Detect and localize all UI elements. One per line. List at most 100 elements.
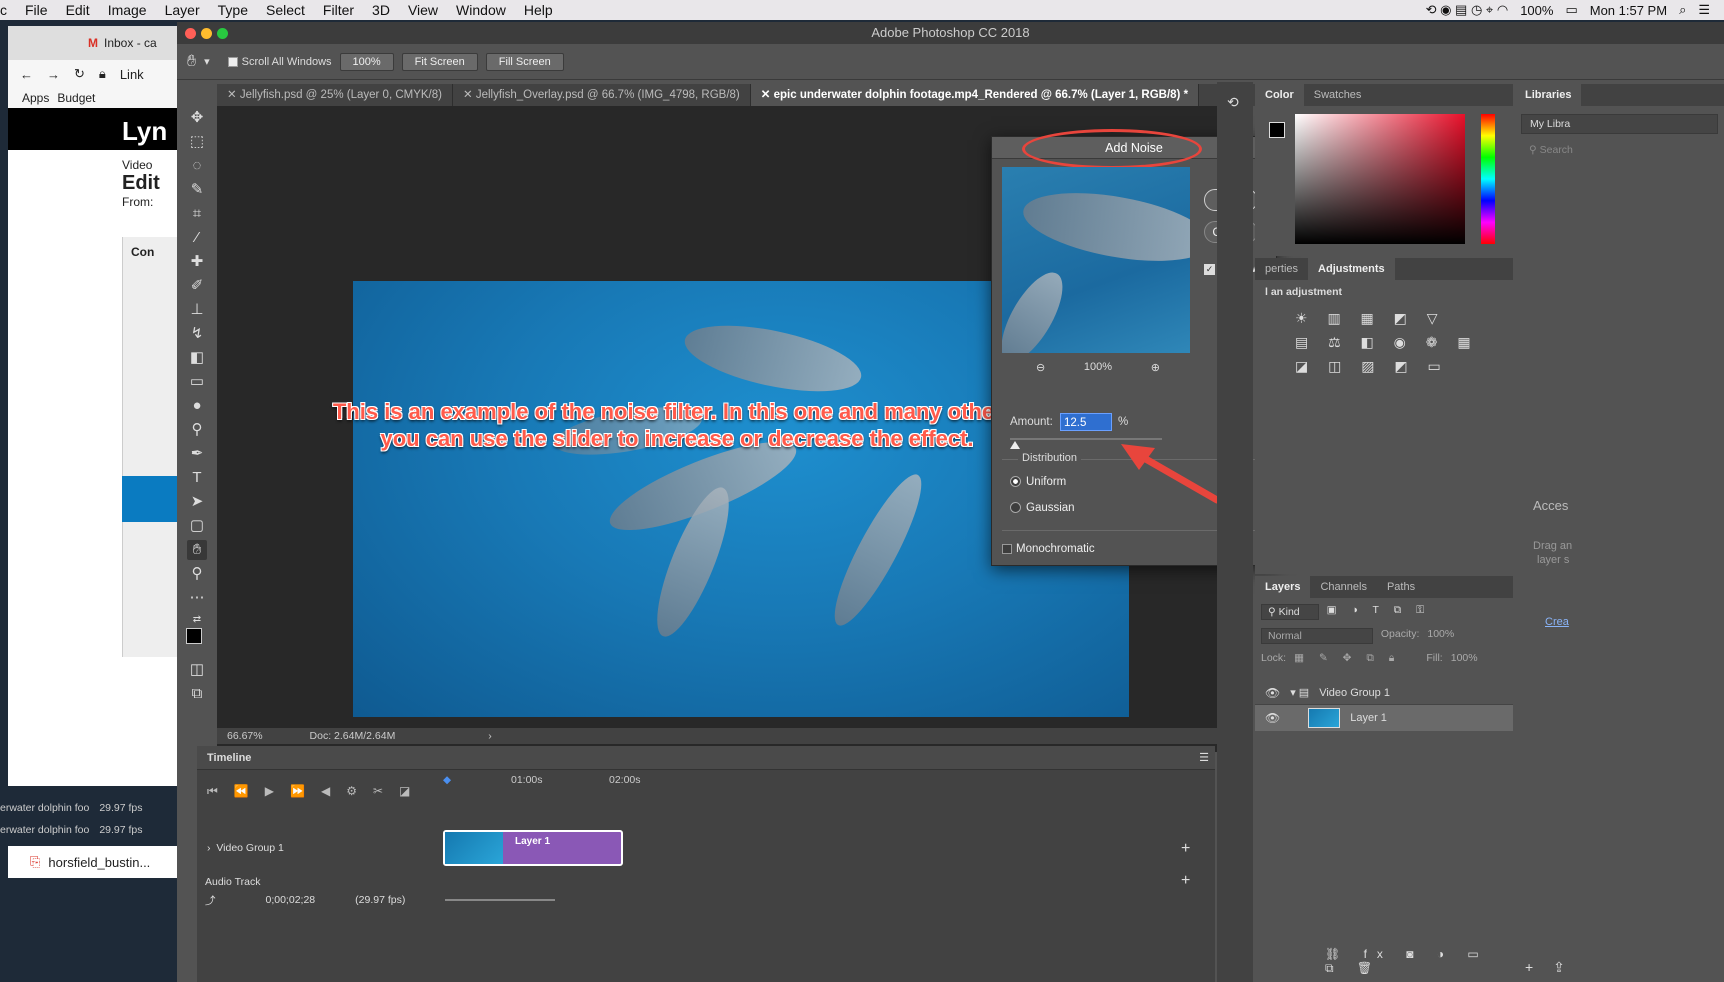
selected-list-item[interactable] (122, 476, 178, 522)
status-icons[interactable]: ⟲ ◉ ▤ ◷ ⌖ ◠ (1426, 2, 1509, 18)
move-tool-icon[interactable]: ✥ (187, 108, 207, 128)
add-audio-icon[interactable]: + (1181, 872, 1190, 890)
url-field[interactable]: Link (120, 67, 144, 82)
visibility-eye-icon[interactable]: 👁︎ (1265, 711, 1280, 725)
battery-icon[interactable]: ▭ (1565, 2, 1577, 18)
video-clip[interactable]: Layer 1 (443, 830, 623, 866)
scroll-all-checkbox[interactable]: Scroll All Windows (227, 56, 332, 68)
layer-row[interactable]: 👁︎ Layer 1 (1255, 705, 1513, 731)
minimize-button[interactable] (201, 28, 212, 39)
add-media-icon[interactable]: + (1181, 840, 1190, 858)
foreground-color-swatch[interactable] (186, 628, 202, 644)
visibility-eye-icon[interactable]: 👁︎ (1265, 686, 1280, 700)
uniform-radio[interactable]: Uniform (1010, 476, 1066, 488)
zoom-in-icon[interactable]: ⊕ (1151, 361, 1160, 374)
eyedropper-tool-icon[interactable]: ⁄ (187, 228, 207, 248)
tab-paths[interactable]: Paths (1377, 576, 1425, 598)
battery-percent[interactable]: 100% (1520, 3, 1553, 18)
notification-icon[interactable]: ☰ (1698, 2, 1710, 18)
tab-libraries[interactable]: Libraries (1515, 84, 1582, 106)
more-tools-icon[interactable]: ⋯ (187, 588, 207, 608)
video-group-row[interactable]: › Video Group 1 (207, 842, 284, 854)
status-expand-icon[interactable]: › (488, 730, 492, 742)
library-footer-icons[interactable]: + ⇪ (1525, 959, 1573, 976)
menu-window[interactable]: Window (447, 2, 515, 18)
blend-mode-select[interactable]: Normal (1261, 628, 1373, 644)
next-frame-icon[interactable]: ⏩ (290, 784, 305, 798)
bookmark-budget[interactable]: Budget (57, 91, 95, 105)
blur-tool-icon[interactable]: ● (187, 396, 207, 416)
render-icon[interactable]: ⤴ (205, 893, 216, 908)
transition-icon[interactable]: ◪ (399, 784, 410, 798)
clock[interactable]: Mon 1:57 PM (1590, 3, 1667, 18)
rectangle-tool-icon[interactable]: ▢ (187, 516, 207, 536)
zoom-button[interactable] (217, 28, 228, 39)
doc-tab-jellyfish-overlay[interactable]: ✕ Jellyfish_Overlay.psd @ 66.7% (IMG_479… (453, 84, 751, 106)
timeline-ruler[interactable]: ◆ 01:00s 02:00s (443, 774, 1013, 788)
hand-tool-icon[interactable]: ✋︎ (187, 53, 196, 71)
stamp-tool-icon[interactable]: ⊥ (187, 300, 207, 320)
menu-view[interactable]: View (399, 2, 447, 18)
tab-color[interactable]: Color (1255, 84, 1304, 106)
tab-adjustments[interactable]: Adjustments (1308, 258, 1395, 280)
layers-footer-icons[interactable]: ⛓ fx ◙ ◑ ▭ ⧉ 🗑︎ (1325, 947, 1513, 976)
menu-help[interactable]: Help (515, 2, 562, 18)
eraser-tool-icon[interactable]: ◧ (187, 348, 207, 368)
settings-gear-icon[interactable]: ⚙ (346, 784, 357, 798)
fill-screen-button[interactable]: Fill Screen (485, 52, 564, 71)
timeline-zoom-slider[interactable] (445, 899, 556, 901)
zoom-level[interactable]: 66.67% (227, 730, 263, 742)
apple-menu[interactable]: c (0, 2, 16, 18)
expand-chevron-icon[interactable]: › (207, 842, 211, 854)
opacity-field[interactable]: 100% (1427, 628, 1454, 644)
doc-tab-jellyfish[interactable]: ✕ Jellyfish.psd @ 25% (Layer 0, CMYK/8) (217, 84, 453, 106)
play-icon[interactable]: ▶ (265, 784, 274, 798)
audio-track-row[interactable]: Audio Track (205, 876, 260, 888)
create-library-link[interactable]: Crea (1545, 616, 1569, 628)
tab-properties[interactable]: perties (1255, 258, 1308, 280)
timeline-menu-icon[interactable]: ☰ (1199, 746, 1209, 770)
timecode[interactable]: 0;00;02;28 (266, 894, 316, 906)
tab-layers[interactable]: Layers (1255, 576, 1311, 598)
quick-mask-icon[interactable]: ◫ (187, 660, 207, 680)
bookmark-apps[interactable]: Apps (22, 91, 49, 105)
fill-field[interactable]: 100% (1451, 652, 1478, 665)
library-select[interactable]: My Libra (1521, 114, 1718, 134)
zoom-tool-icon[interactable]: ⚲ (187, 564, 207, 584)
split-scissors-icon[interactable]: ✂ (373, 784, 383, 798)
quick-select-tool-icon[interactable]: ✎ (187, 180, 207, 200)
lock-icons[interactable]: ▦ ✎ ✥ ⧉ 🔒︎ (1294, 652, 1400, 665)
menu-select[interactable]: Select (257, 2, 314, 18)
fit-screen-button[interactable]: Fit Screen (401, 52, 478, 71)
filter-preview[interactable] (1002, 167, 1190, 353)
swap-colors-icon[interactable]: ⇄ (187, 610, 207, 630)
adj-row-3-icons[interactable]: ◪ ◫ ▨ ◩ ▭ (1295, 354, 1513, 378)
hue-slider[interactable] (1481, 114, 1495, 244)
adj-row-1-icons[interactable]: ☀ ▥ ▦ ◩ ▽ (1295, 306, 1513, 330)
menu-edit[interactable]: Edit (57, 2, 99, 18)
lasso-tool-icon[interactable]: ◌ (187, 156, 207, 176)
browser-tab-label[interactable]: Inbox - ca (104, 36, 157, 50)
hand-tool-icon[interactable]: ✋︎ (187, 540, 207, 560)
zoom-100-button[interactable]: 100% (339, 52, 394, 71)
menu-3d[interactable]: 3D (363, 2, 399, 18)
fg-color-chip[interactable] (1269, 122, 1285, 138)
layer-name[interactable]: Layer 1 (1350, 712, 1387, 724)
tab-channels[interactable]: Channels (1310, 576, 1376, 598)
reload-icon[interactable]: ↻ (74, 66, 85, 82)
library-search[interactable]: ⚲ Search (1521, 142, 1718, 158)
playhead-icon[interactable]: ◆ (443, 774, 451, 786)
amount-slider-thumb[interactable] (1009, 441, 1020, 449)
amount-input[interactable]: 12.5 (1060, 413, 1112, 431)
audio-toggle-icon[interactable]: ◀ (321, 784, 330, 798)
marquee-tool-icon[interactable]: ⬚ (187, 132, 207, 152)
layer-row[interactable]: 👁︎ ▾ ▤ Video Group 1 (1255, 681, 1513, 705)
forward-icon[interactable]: → (47, 67, 60, 82)
adj-row-2-icons[interactable]: ▤ ⚖ ◧ ◉ ❁ ▦ (1295, 330, 1513, 354)
spotlight-search-icon[interactable]: ⌕ (1679, 2, 1686, 18)
download-file[interactable]: horsfield_bustin... (48, 855, 150, 870)
dodge-tool-icon[interactable]: ⚲ (187, 420, 207, 440)
color-picker-field[interactable] (1295, 114, 1465, 244)
menu-layer[interactable]: Layer (156, 2, 209, 18)
kind-select[interactable]: ⚲ Kind (1261, 604, 1319, 620)
